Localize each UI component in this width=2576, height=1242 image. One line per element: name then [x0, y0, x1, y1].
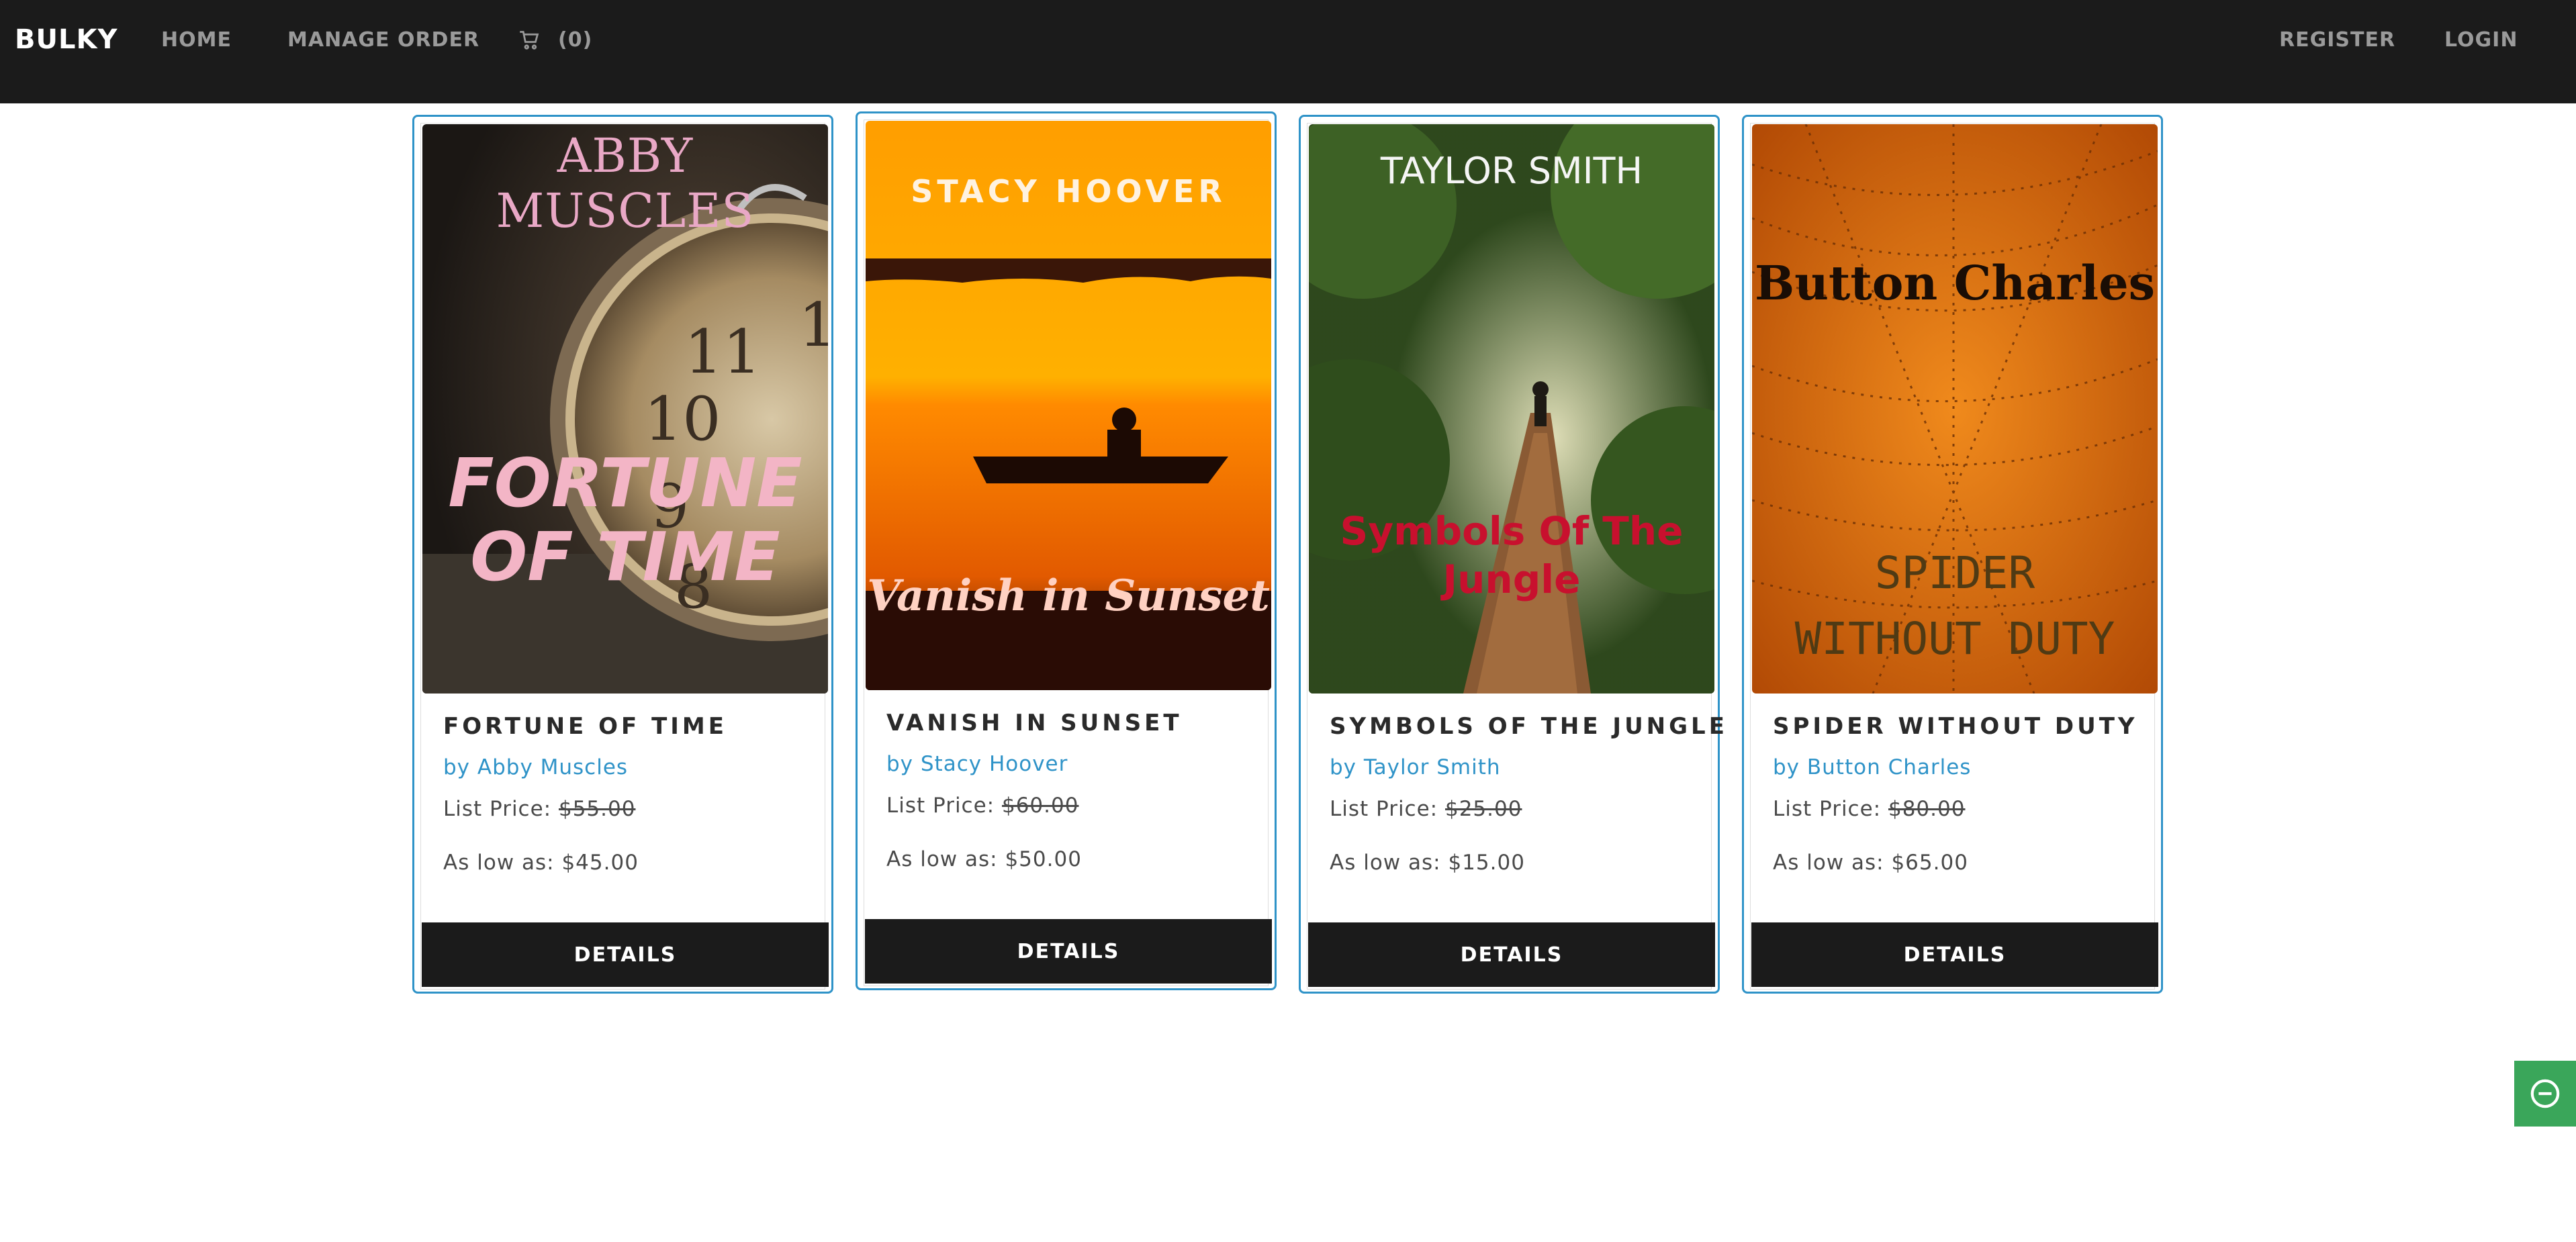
cover-title-line1: SPIDER: [1874, 547, 2035, 599]
cover-title-line2: OF TIME: [470, 518, 780, 596]
cover-title-text: FORTUNE OF TIME: [422, 446, 828, 594]
book-cover-image[interactable]: TAYLOR SMITH Symbols Of The Jungle: [1309, 124, 1714, 694]
cart-count: (0): [558, 28, 593, 52]
list-price-label: List Price:: [443, 797, 552, 821]
nav-login-link[interactable]: LOGIN: [2444, 28, 2518, 52]
cover-title-line2: WITHOUT DUTY: [1794, 613, 2115, 665]
low-price: As low as: $50.00: [886, 847, 1082, 871]
book-title: SYMBOLS OF THE JUNGLE: [1330, 713, 1728, 740]
list-price: List Price: $80.00: [1773, 797, 1965, 821]
list-price-label: List Price:: [1773, 797, 1882, 821]
book-title: SPIDER WITHOUT DUTY: [1773, 713, 2138, 740]
list-price-value: $55.00: [558, 797, 636, 821]
list-price: List Price: $55.00: [443, 797, 635, 821]
cover-title-line1: Symbols Of The: [1340, 508, 1684, 554]
book-author: by Taylor Smith: [1330, 755, 1501, 779]
details-button[interactable]: DETAILS: [1751, 922, 2158, 987]
cover-title-text: Vanish in Sunset: [867, 571, 1270, 621]
book-title: VANISH IN SUNSET: [886, 710, 1183, 736]
details-button[interactable]: DETAILS: [1308, 922, 1715, 987]
nav-register-link[interactable]: REGISTER: [2279, 28, 2395, 52]
list-price: List Price: $60.00: [886, 794, 1078, 818]
cover-title-line2: Jungle: [1442, 557, 1581, 602]
list-price-value: $25.00: [1444, 797, 1522, 821]
top-navbar: BULKY HOME MANAGE ORDER (0) REGISTER LOG…: [0, 0, 2576, 103]
list-price-label: List Price:: [886, 794, 995, 818]
low-price: As low as: $65.00: [1773, 851, 1968, 875]
low-price: As low as: $45.00: [443, 851, 639, 875]
list-price-label: List Price:: [1330, 797, 1438, 821]
cover-author-text: STACY HOOVER: [911, 173, 1226, 209]
list-price-value: $80.00: [1888, 797, 1966, 821]
svg-text:11: 11: [684, 317, 762, 387]
jungle-cover-art: [1309, 124, 1714, 694]
book-author: by Stacy Hoover: [886, 752, 1068, 776]
shopping-cart-icon: [520, 30, 539, 50]
book-card: Button Charles SPIDER WITHOUT DUTY SPIDE…: [1742, 115, 2163, 994]
cover-author-text: TAYLOR SMITH: [1380, 150, 1643, 192]
book-card: TAYLOR SMITH Symbols Of The Jungle SYMBO…: [1299, 115, 1724, 994]
book-cover-image[interactable]: 11 10 9 8 12 ABBY MUSCLES FORTUNE OF TIM…: [422, 124, 828, 694]
cover-author-text: Button Charles: [1754, 255, 2156, 311]
floating-help-widget[interactable]: [2514, 1061, 2576, 1127]
nav-cart-link[interactable]: (0): [519, 28, 592, 52]
book-card: STACY HOOVER Vanish in Sunset VANISH IN …: [856, 111, 1277, 990]
nav-home-link[interactable]: HOME: [161, 28, 232, 52]
book-card: 11 10 9 8 12 ABBY MUSCLES FORTUNE OF TIM…: [412, 115, 833, 994]
details-button[interactable]: DETAILS: [422, 922, 829, 987]
details-button[interactable]: DETAILS: [865, 919, 1272, 984]
cover-title-text: SPIDER WITHOUT DUTY: [1752, 540, 2158, 672]
cover-title-text: Symbols Of The Jungle: [1309, 507, 1714, 604]
nav-manage-order-link[interactable]: MANAGE ORDER: [287, 28, 479, 52]
minus-circle-icon: [2530, 1079, 2560, 1108]
brand-logo[interactable]: BULKY: [15, 24, 118, 55]
list-price: List Price: $25.00: [1330, 797, 1522, 821]
low-price: As low as: $15.00: [1330, 851, 1525, 875]
book-author: by Button Charles: [1773, 755, 1972, 779]
book-cover-image[interactable]: STACY HOOVER Vanish in Sunset: [866, 121, 1271, 690]
book-cover-image[interactable]: Button Charles SPIDER WITHOUT DUTY: [1752, 124, 2158, 694]
list-price-value: $60.00: [1001, 794, 1079, 818]
svg-text:12: 12: [798, 290, 828, 361]
book-author: by Abby Muscles: [443, 755, 629, 779]
book-title: FORTUNE OF TIME: [443, 713, 727, 740]
cover-author-text: ABBY MUSCLES: [496, 128, 755, 238]
cover-title-line1: FORTUNE: [448, 444, 802, 522]
